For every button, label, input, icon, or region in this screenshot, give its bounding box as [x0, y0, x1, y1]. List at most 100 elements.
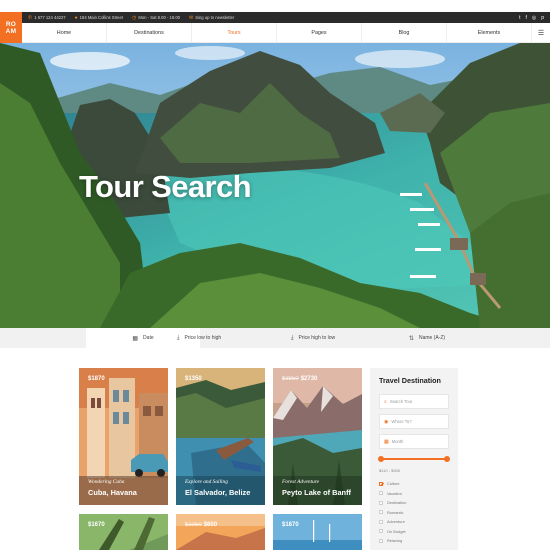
sort-tab-label: Name (A-Z) [418, 335, 446, 341]
sort-tab-label: Price low to high [184, 335, 222, 341]
tour-old-price: $3850 [282, 376, 299, 382]
address-info[interactable]: ● 184 Main Collins Street [75, 15, 123, 21]
checkbox-checked-icon [379, 481, 383, 486]
tour-title[interactable]: El Salvador, Belize [185, 488, 250, 497]
nav-item-destinations[interactable]: Destinations [107, 23, 192, 43]
instagram-icon[interactable]: ◎ [532, 15, 536, 21]
category-label: Romantic [387, 509, 404, 515]
where-to-select[interactable]: ◉ Where To? [379, 414, 449, 429]
filter-title: Travel Destination [379, 376, 441, 385]
month-placeholder: Month [391, 439, 404, 444]
tour-card-cuba-havana[interactable]: $1870 Wondering Cuba Cuba, Havana [79, 368, 168, 505]
category-label: Adventure [387, 519, 405, 525]
tour-card-el-salvador-belize[interactable]: $1350 Explore and Sailing El Salvador, B… [176, 368, 265, 505]
nav-item-tours[interactable]: Tours [192, 23, 277, 43]
tour-card-peyto-lake[interactable]: $3850 $2730 Forest Adventure Peyto Lake o… [273, 368, 362, 505]
checkbox-icon [379, 500, 383, 505]
newsletter-link[interactable]: ✉ Sing up to newsletter [189, 15, 234, 21]
price-range-text: $110 - $300 [379, 468, 401, 473]
category-checkbox-romantic[interactable]: Romantic [379, 508, 449, 518]
sort-tab-price-low-high[interactable]: ⤓ Price low to high [142, 328, 256, 348]
checkbox-icon [379, 510, 383, 515]
sort-alpha-icon: ⇅ [408, 335, 414, 342]
tour-price: $3850 $2730 [282, 376, 317, 382]
category-label: Relaxing [387, 538, 403, 544]
tour-price: $1350 [185, 376, 202, 382]
tour-card-4[interactable]: $1670 [79, 514, 168, 550]
hero-banner: Tour Search [0, 43, 550, 328]
phone-info[interactable]: ✆ 1 677 124 44227 [28, 15, 66, 21]
calendar-icon: ▦ [132, 335, 139, 342]
logo-text-line1: RO [5, 20, 17, 28]
search-icon: ⌕ [384, 398, 387, 405]
search-tour-input[interactable]: ⌕ Search Tour [379, 394, 449, 409]
sort-down-icon: ⤓ [290, 334, 294, 341]
checkbox-icon [379, 529, 383, 534]
tour-price-value: $1350 [185, 376, 202, 382]
social-links: t f ◎ p [514, 12, 544, 23]
tour-price: $1870 [282, 522, 299, 528]
nav-item-elements[interactable]: Elements [447, 23, 532, 43]
pinterest-icon[interactable]: p [541, 15, 544, 21]
tour-price-value: $600 [203, 522, 218, 528]
where-placeholder: Where To? [391, 419, 412, 424]
category-checkbox-relaxing[interactable]: Relaxing [379, 536, 449, 546]
sort-tab-label: Price high to low [298, 335, 336, 341]
tour-search-page: RO AM ✆ 1 677 124 44227 ● 184 Main Collins… [0, 0, 550, 550]
tour-subtitle: Explore and Sailing [185, 479, 228, 485]
clock-icon: ◷ [131, 14, 137, 21]
checkbox-icon [379, 538, 383, 543]
price-range-slider[interactable] [378, 454, 450, 464]
category-checkbox-destination[interactable]: Destination [379, 498, 449, 508]
tour-title[interactable]: Peyto Lake of Banff [282, 488, 351, 497]
category-checkbox-adventure[interactable]: Adventure [379, 517, 449, 527]
calendar-icon: ▦ [384, 438, 389, 445]
tour-card-6[interactable]: $1870 [273, 514, 362, 550]
slider-min-handle[interactable] [378, 455, 384, 462]
menu-hamburger-icon[interactable]: ☰ [532, 23, 550, 42]
sort-tab-price-high-low[interactable]: ⤓ Price high to low [256, 328, 370, 348]
logo-text-line2: AM [5, 27, 17, 35]
nav-item-home[interactable]: Home [22, 23, 107, 43]
tour-price-value: $1870 [88, 376, 105, 382]
tour-title[interactable]: Cuba, Havana [88, 488, 137, 497]
sort-down-icon: ⤓ [176, 334, 180, 341]
tour-price: $1670 [88, 522, 105, 528]
hours-info: ◷ Mon - Sat 8.00 - 18.00 [132, 15, 180, 21]
top-info-bar: ✆ 1 677 124 44227 ● 184 Main Collins Stree… [22, 12, 550, 23]
facebook-icon[interactable]: f [525, 15, 526, 21]
category-checkbox-on-budget[interactable]: On Budget [379, 527, 449, 537]
nav-item-blog[interactable]: Blog [362, 23, 447, 43]
phone-icon: ✆ [28, 14, 33, 21]
twitter-icon[interactable]: t [519, 15, 520, 21]
nav-item-pages[interactable]: Pages [277, 23, 362, 43]
tour-card-image [79, 514, 168, 550]
tour-price: $1870 [88, 376, 105, 382]
page-title: Tour Search [79, 169, 252, 204]
tour-old-price: $1050 [185, 522, 202, 528]
newsletter-text: Sing up to newsletter [195, 15, 235, 20]
sort-tab-name[interactable]: ⇅ Name (A-Z) [370, 328, 484, 348]
tour-subtitle: Wondering Cuba [88, 479, 125, 485]
tour-price-value: $2730 [300, 376, 318, 382]
travel-destination-filter: Travel Destination ⌕ Search Tour ◉ Where T… [370, 368, 458, 550]
checkbox-icon [379, 491, 383, 496]
category-checkbox-culture[interactable]: Culture [379, 479, 449, 489]
category-label: Destination [387, 500, 407, 506]
tour-price-value: $1670 [88, 522, 105, 528]
category-checkbox-vacation[interactable]: Vacation [379, 489, 449, 499]
hours-text: Mon - Sat 8.00 - 18.00 [138, 15, 181, 20]
slider-track [380, 458, 448, 460]
month-select[interactable]: ▦ Month [379, 434, 449, 449]
tour-card-5[interactable]: $1050 $600 [176, 514, 265, 550]
search-placeholder: Search Tour [389, 399, 413, 404]
roam-logo[interactable]: RO AM [0, 12, 22, 43]
tour-card-image [273, 514, 362, 550]
compass-icon: ◉ [384, 418, 389, 425]
tour-subtitle: Forest Adventure [282, 479, 320, 485]
main-navigation: Home Destinations Tours Pages Blog Eleme… [22, 23, 550, 43]
phone-text: 1 677 124 44227 [34, 15, 66, 20]
slider-max-handle[interactable] [444, 455, 450, 462]
category-label: Culture [387, 481, 400, 487]
tour-price: $1050 $600 [185, 522, 217, 528]
